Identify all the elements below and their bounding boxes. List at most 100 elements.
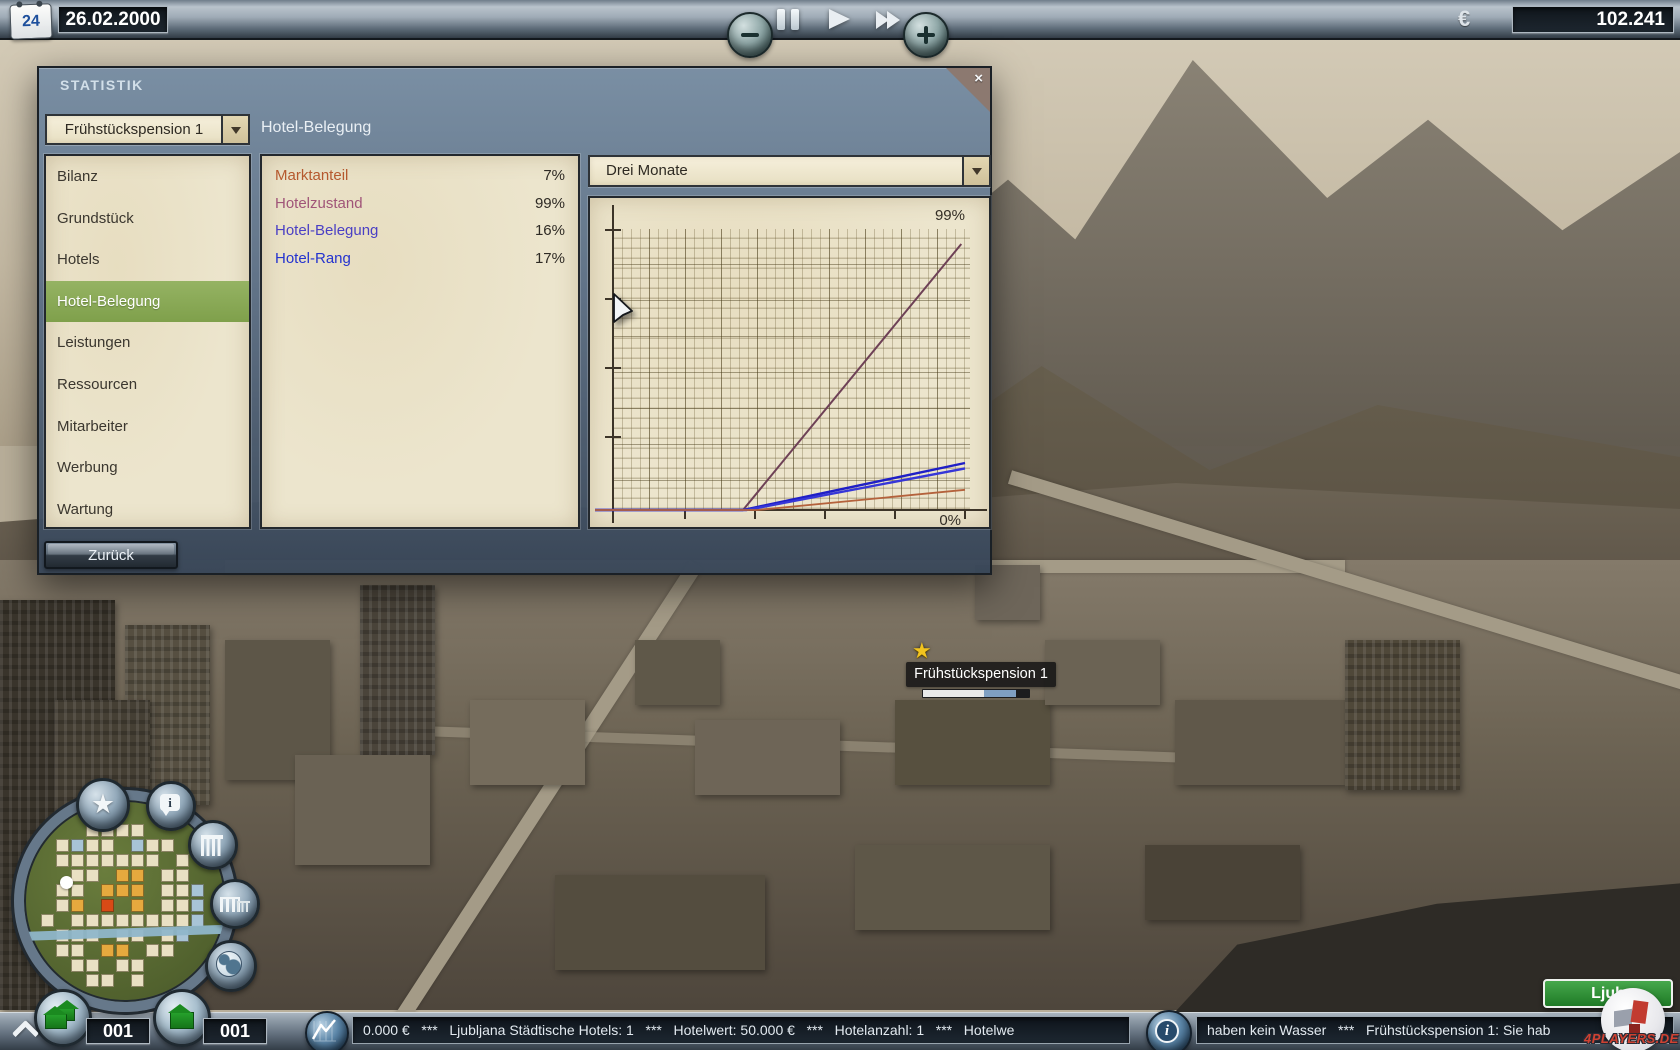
residential-multi-button[interactable] (34, 989, 92, 1047)
minimap-tile (86, 839, 99, 852)
statistik-window: STATISTIK × Frühstückspension 1 Hotel-Be… (37, 66, 992, 575)
statistics-ticker-button[interactable] (305, 1011, 349, 1050)
location-button[interactable]: Ljub (1543, 979, 1673, 1008)
minimap-tile (161, 839, 174, 852)
minimap-tile (71, 899, 84, 912)
city-building (695, 720, 840, 795)
minimap-tile (146, 914, 159, 927)
minimap-tile (56, 899, 69, 912)
columned-building-icon (201, 835, 223, 856)
minimap-tile (116, 944, 129, 957)
info-button[interactable] (1146, 1010, 1192, 1050)
stat-value: 7% (543, 167, 565, 184)
stat-row-hotel-belegung: Hotel-Belegung 16% (262, 217, 578, 245)
minimap-tile (191, 899, 204, 912)
world-button[interactable] (205, 940, 257, 992)
counter-field-2: 001 (203, 1018, 267, 1044)
city-building (895, 700, 1050, 785)
back-button[interactable]: Zurück (44, 541, 178, 569)
minimap-tile (131, 914, 144, 927)
minimap-tile (56, 854, 69, 867)
mouse-cursor (612, 292, 638, 328)
minimap-tile (71, 914, 84, 927)
minimap-tile (116, 884, 129, 897)
minimap-tile (131, 824, 144, 837)
sidebar-item-grundstueck[interactable]: Grundstück (46, 198, 249, 240)
minimap-tile (131, 884, 144, 897)
chevron-down-icon[interactable] (221, 116, 248, 143)
hotel-star-icon: ★ (912, 638, 932, 664)
statistics-category-list: Bilanz Grundstück Hotels Hotel-Belegung … (44, 154, 251, 529)
minimap-tile (116, 914, 129, 927)
sidebar-item-hotels[interactable]: Hotels (46, 239, 249, 281)
sidebar-item-ressourcen[interactable]: Ressourcen (46, 364, 249, 406)
top-bar: 24 26.02.2000 € 102.241 (0, 0, 1680, 40)
pause-button[interactable] (777, 9, 799, 30)
minimap-tile (71, 944, 84, 957)
minimap-tile (41, 914, 54, 927)
stat-label: Hotel-Belegung (275, 222, 378, 239)
progress-segment-occupied (923, 690, 984, 697)
minus-icon (741, 33, 759, 37)
minimap-tile (86, 914, 99, 927)
stat-row-hotelzustand: Hotelzustand 99% (262, 190, 578, 218)
city-building (1175, 700, 1345, 785)
chart-max-label: 99% (935, 207, 965, 224)
minimap-tile (176, 914, 189, 927)
minimap-tile (71, 869, 84, 882)
minimap-tile (131, 974, 144, 987)
period-selector[interactable]: Drei Monate (588, 155, 991, 187)
minimap-tile (131, 899, 144, 912)
minimap-tile (101, 854, 114, 867)
fence-button[interactable] (210, 879, 260, 929)
minimap-tile (86, 974, 99, 987)
minimap-tile (116, 869, 129, 882)
stat-label: Hotelzustand (275, 195, 363, 212)
zoom-in-button[interactable] (903, 12, 949, 58)
play-button[interactable] (829, 9, 850, 29)
close-button[interactable]: × (946, 68, 990, 112)
star-icon: ★ (91, 789, 115, 819)
info-bubble-icon (160, 794, 180, 811)
minimap-tile (176, 899, 189, 912)
sidebar-item-mitarbeiter[interactable]: Mitarbeiter (46, 406, 249, 448)
city-building (1145, 845, 1300, 920)
minimap-tile (71, 884, 84, 897)
minimap-tile (116, 959, 129, 972)
minimap-tile (161, 914, 174, 927)
stat-label: Hotel-Rang (275, 250, 351, 267)
minimap-tile (131, 869, 144, 882)
public-buildings-button[interactable] (188, 820, 238, 870)
stats-values-panel: Marktanteil 7% Hotelzustand 99% Hotel-Be… (260, 154, 580, 529)
minimap-tile (101, 974, 114, 987)
period-selector-value: Drei Monate (590, 157, 962, 185)
news-ticker-right: haben kein Wasser *** Frühstückspension … (1196, 1016, 1674, 1044)
minimap-tile (161, 869, 174, 882)
globe-icon (216, 951, 242, 977)
minimap-tile (71, 839, 84, 852)
fast-forward-button[interactable] (876, 11, 898, 29)
minimap-tile (56, 944, 69, 957)
hotel-selector[interactable]: Frühstückspension 1 (45, 114, 250, 145)
minimap-tile (131, 959, 144, 972)
minimap-tile (176, 854, 189, 867)
sidebar-item-leistungen[interactable]: Leistungen (46, 322, 249, 364)
zoom-out-button[interactable] (727, 12, 773, 58)
stat-value: 17% (535, 250, 565, 267)
stat-row-hotel-rang: Hotel-Rang 17% (262, 245, 578, 273)
minimap-tile (146, 944, 159, 957)
sidebar-item-bilanz[interactable]: Bilanz (46, 156, 249, 198)
city-building (855, 845, 1050, 930)
sidebar-item-werbung[interactable]: Werbung (46, 447, 249, 489)
info-messages-button[interactable] (146, 781, 196, 831)
city-building (1045, 640, 1160, 705)
line-chart-icon (307, 1013, 343, 1049)
chevron-down-icon[interactable] (962, 157, 989, 185)
sidebar-item-wartung[interactable]: Wartung (46, 489, 249, 531)
sidebar-item-hotel-belegung[interactable]: Hotel-Belegung (46, 281, 249, 323)
minimap-tile (86, 869, 99, 882)
hotel-tooltip: Frühstückspension 1 (906, 662, 1056, 687)
favorites-button[interactable]: ★ (76, 778, 130, 832)
city-building (1345, 640, 1460, 790)
minimap-tile (161, 899, 174, 912)
